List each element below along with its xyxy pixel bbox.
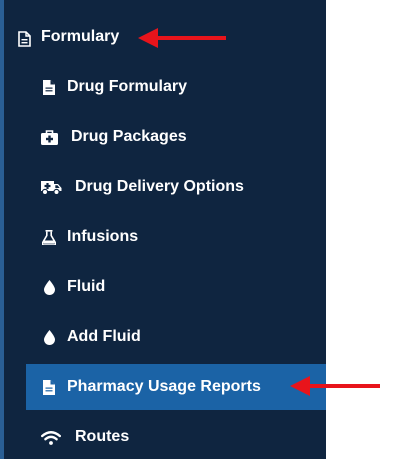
sidebar-item-label: Drug Packages	[71, 128, 187, 145]
sidebar-item-routes[interactable]: Routes	[26, 414, 326, 459]
ambulance-icon	[40, 179, 62, 195]
sidebar-item-fluid[interactable]: Fluid	[26, 264, 326, 310]
sidebar-item-label: Drug Delivery Options	[75, 178, 244, 195]
flask-icon	[40, 229, 58, 245]
file-icon	[40, 379, 58, 395]
section-header-label: Formulary	[41, 28, 120, 45]
sidebar-item-label: Infusions	[67, 228, 139, 245]
sidebar-item-drug-delivery-options[interactable]: Drug Delivery Options	[26, 164, 326, 210]
sidebar-item-drug-formulary[interactable]: Drug Formulary	[26, 64, 326, 110]
sidebar-item-label: Pharmacy Usage Reports	[67, 378, 261, 395]
sidebar-item-add-fluid[interactable]: Add Fluid	[26, 314, 326, 360]
file-alt-icon	[16, 30, 32, 47]
sidebar-item-pharmacy-usage-reports[interactable]: Pharmacy Usage Reports	[26, 364, 326, 410]
sidebar-edge	[0, 0, 4, 459]
tint-icon	[40, 329, 58, 345]
sidebar: Formulary Drug Formulary Drug Packages D…	[0, 0, 326, 459]
medkit-icon	[40, 129, 58, 145]
sidebar-item-label: Fluid	[67, 278, 106, 295]
sidebar-item-infusions[interactable]: Infusions	[26, 214, 326, 260]
file-icon	[40, 79, 58, 95]
sidebar-item-label: Routes	[75, 428, 130, 445]
tint-icon	[40, 279, 58, 295]
wifi-icon	[40, 430, 62, 446]
sidebar-item-label: Add Fluid	[67, 328, 141, 345]
sidebar-item-label: Drug Formulary	[67, 78, 188, 95]
sidebar-item-drug-packages[interactable]: Drug Packages	[26, 114, 326, 160]
red-arrow-left-icon	[290, 376, 380, 396]
red-arrow-left-icon	[138, 28, 226, 48]
page: Formulary Drug Formulary Drug Packages D…	[0, 0, 409, 459]
